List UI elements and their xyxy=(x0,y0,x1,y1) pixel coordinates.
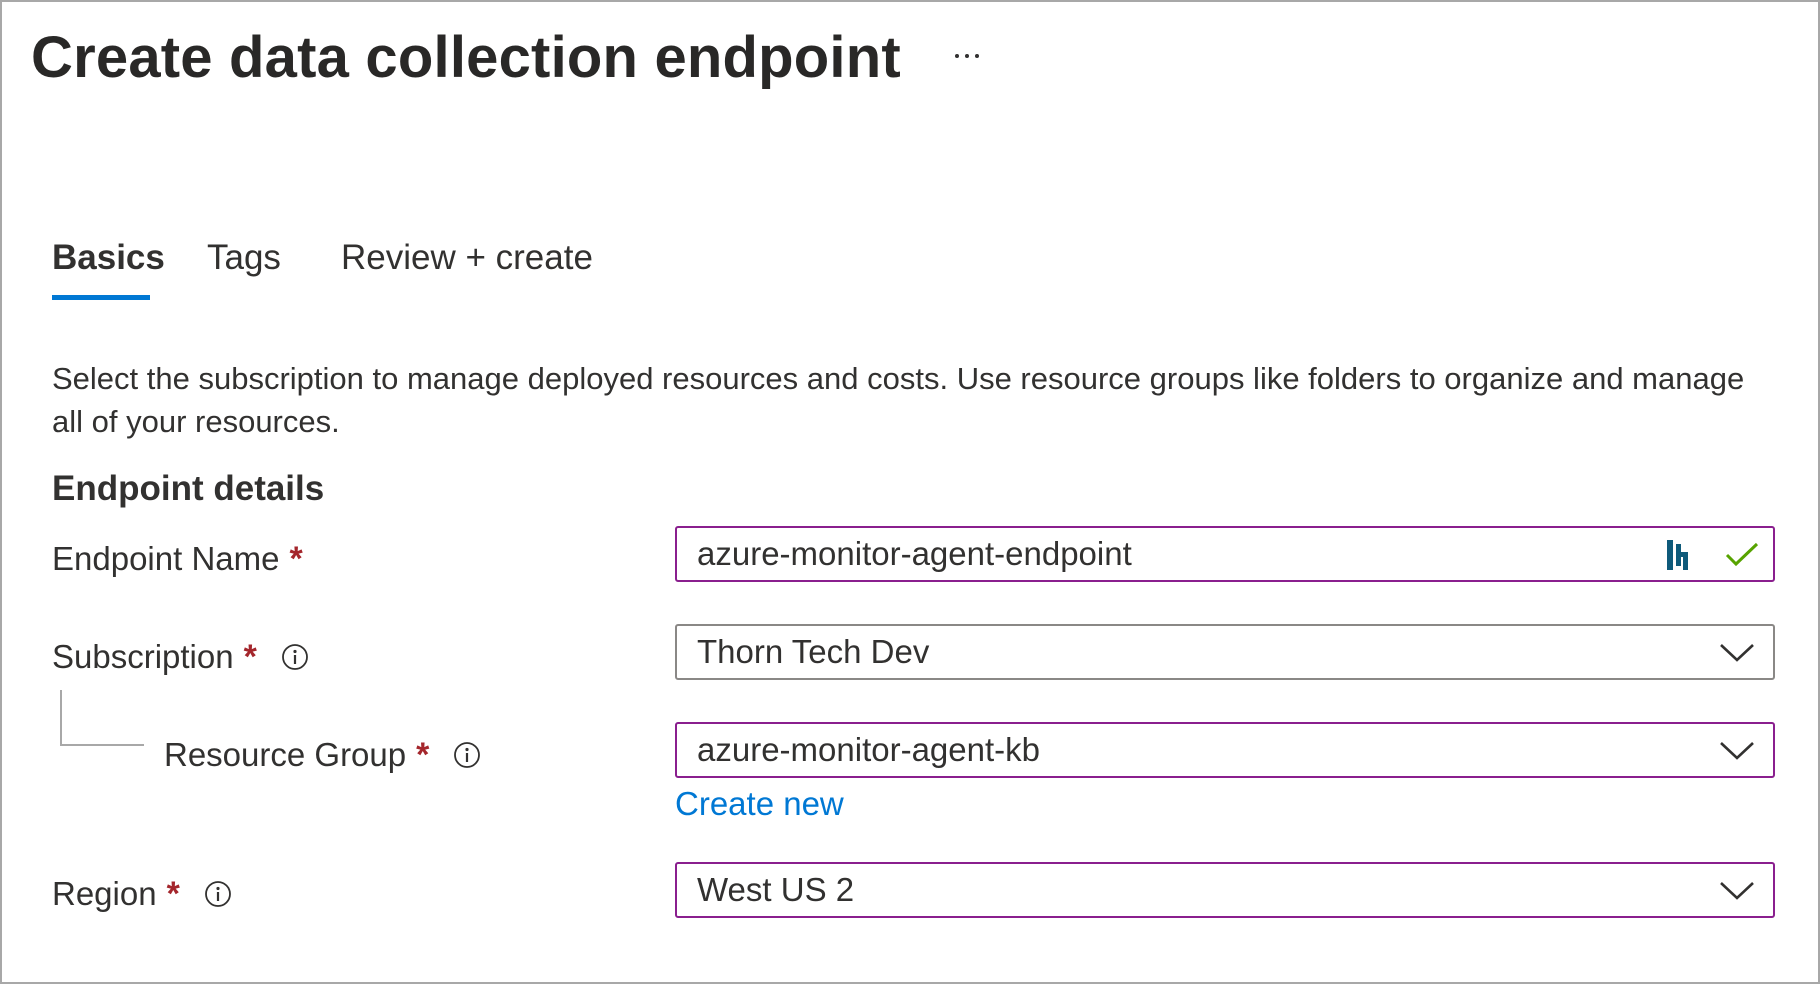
region-dropdown[interactable]: West US 2 xyxy=(675,862,1775,918)
more-icon-dot xyxy=(975,54,979,58)
subscription-label-row: Subscription * xyxy=(52,632,309,682)
tab-review-create-label: Review + create xyxy=(341,238,593,277)
info-icon[interactable] xyxy=(204,880,232,908)
tab-basics-label: Basics xyxy=(52,238,165,277)
endpoint-name-field[interactable] xyxy=(675,526,1775,582)
chevron-down-icon xyxy=(1720,644,1754,662)
endpoint-name-label: Endpoint Name xyxy=(52,540,280,577)
tab-tags-label: Tags xyxy=(207,238,281,277)
endpoint-name-input[interactable] xyxy=(697,528,1597,580)
more-options-button[interactable] xyxy=(947,36,987,76)
info-icon[interactable] xyxy=(281,643,309,671)
resource-group-label-row: Resource Group * xyxy=(164,730,481,780)
dialog-frame: Create data collection endpoint Basics T… xyxy=(0,0,1820,984)
page-title: Create data collection endpoint xyxy=(31,25,901,90)
intro-description: Select the subscription to manage deploy… xyxy=(52,361,1745,439)
required-marker: * xyxy=(243,637,257,676)
chevron-down-icon xyxy=(1720,882,1754,900)
chevron-down-icon xyxy=(1720,742,1754,760)
resource-group-dropdown[interactable]: azure-monitor-agent-kb xyxy=(675,722,1775,778)
more-icon-dot xyxy=(965,54,969,58)
checkmark-icon xyxy=(1725,542,1759,567)
required-marker: * xyxy=(166,874,180,913)
password-manager-icon[interactable] xyxy=(1667,540,1695,570)
required-marker: * xyxy=(289,539,303,578)
create-new-resource-group-link[interactable]: Create new xyxy=(675,785,844,823)
hierarchy-connector xyxy=(60,690,144,746)
active-tab-indicator xyxy=(52,295,150,300)
subscription-selected-value: Thorn Tech Dev xyxy=(697,633,930,670)
subscription-dropdown[interactable]: Thorn Tech Dev xyxy=(675,624,1775,680)
tab-basics[interactable]: Basics xyxy=(52,238,165,300)
tab-tags[interactable]: Tags xyxy=(207,238,281,298)
more-icon-dot xyxy=(955,54,959,58)
region-label-row: Region * xyxy=(52,869,232,919)
info-icon[interactable] xyxy=(453,741,481,769)
subscription-label: Subscription xyxy=(52,638,234,675)
resource-group-selected-value: azure-monitor-agent-kb xyxy=(697,731,1040,768)
resource-group-label: Resource Group xyxy=(164,736,407,773)
section-title: Endpoint details xyxy=(52,469,325,508)
region-selected-value: West US 2 xyxy=(697,871,855,908)
required-marker: * xyxy=(416,735,430,774)
region-label: Region xyxy=(52,875,157,912)
tab-review-create[interactable]: Review + create xyxy=(341,238,593,298)
endpoint-name-label-row: Endpoint Name * xyxy=(52,534,303,584)
